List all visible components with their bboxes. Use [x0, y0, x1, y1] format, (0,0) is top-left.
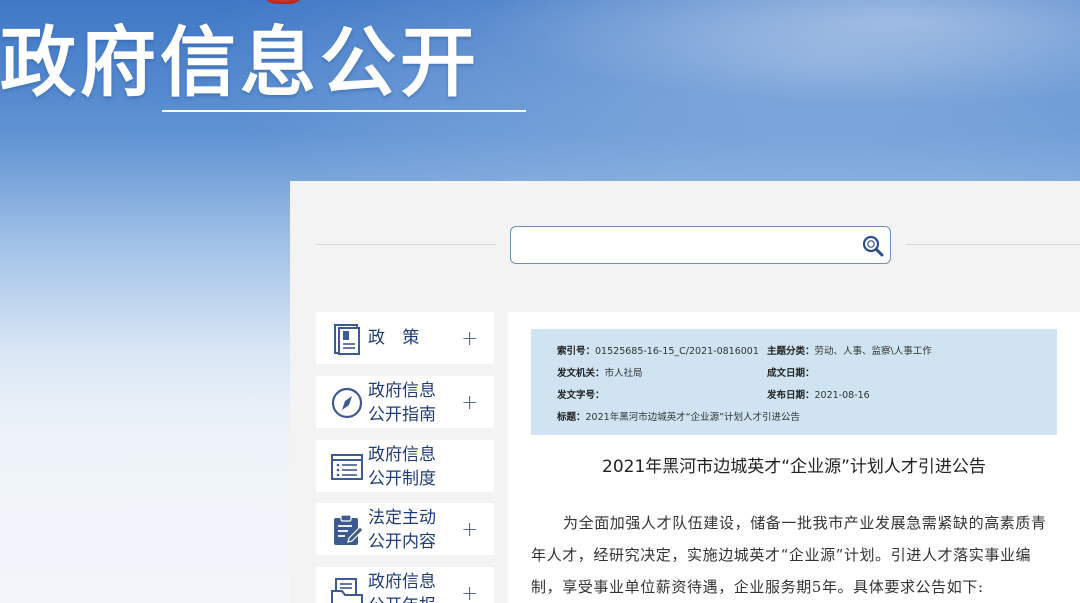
- expand-icon[interactable]: +: [461, 326, 478, 350]
- meta-topic: 主题分类：劳动、人事、监察\人事工作: [767, 346, 932, 357]
- meta-written-date: 成文日期：: [767, 368, 815, 379]
- expand-icon[interactable]: +: [461, 390, 478, 414]
- search-bar: [510, 226, 891, 264]
- sidebar-item-label: 政府信息 公开年报: [368, 572, 436, 603]
- sidebar-item-label: 法定主动 公开内容: [368, 508, 436, 552]
- search-input[interactable]: [519, 233, 849, 257]
- sidebar-item-label: 政府信息 公开指南: [368, 381, 436, 425]
- expand-icon[interactable]: +: [461, 581, 478, 603]
- search-divider-right: [906, 244, 1080, 245]
- meta-doc-number: 发文字号：: [557, 390, 605, 401]
- compass-icon: [331, 387, 363, 419]
- policy-document-icon: [334, 324, 360, 355]
- report-folder-icon: [331, 578, 363, 603]
- sidebar-item-statutory[interactable]: 法定主动 公开内容 +: [316, 503, 494, 555]
- sidebar-item-guide[interactable]: 政府信息 公开指南 +: [316, 376, 494, 428]
- article-title: 2021年黑河市边城英才“企业源”计划人才引进公告: [602, 457, 986, 477]
- document-meta-table: 索引号：01525685-16-15_C/2021-0816001 主题分类：劳…: [531, 329, 1057, 435]
- sidebar-item-policy[interactable]: 政 策 +: [316, 312, 494, 364]
- sidebar-item-annual-report[interactable]: 政府信息 公开年报 +: [316, 567, 494, 603]
- meta-publish-date: 发布日期：2021-08-16: [767, 390, 870, 401]
- sidebar-item-system[interactable]: 政府信息 公开制度: [316, 440, 494, 492]
- sidebar-item-label: 政府信息 公开制度: [368, 445, 436, 489]
- clipboard-edit-icon: [334, 514, 364, 545]
- list-icon: [331, 454, 363, 480]
- expand-icon[interactable]: +: [461, 517, 478, 541]
- search-divider-left: [316, 244, 496, 245]
- meta-issuer: 发文机关：市人社局: [557, 368, 643, 379]
- title-underline: [162, 110, 526, 112]
- page-title: 政府信息公开: [0, 18, 480, 107]
- meta-subject: 标题：2021年黑河市边城英才“企业源”计划人才引进公告: [557, 412, 801, 423]
- article-body: 为全面加强人才队伍建设，储备一批我市产业发展急需紧缺的高素质青年人才，经研究决定…: [531, 514, 1047, 596]
- sidebar-item-label: 政 策: [368, 328, 426, 348]
- search-icon[interactable]: [860, 233, 886, 259]
- meta-index: 索引号：01525685-16-15_C/2021-0816001: [557, 346, 759, 357]
